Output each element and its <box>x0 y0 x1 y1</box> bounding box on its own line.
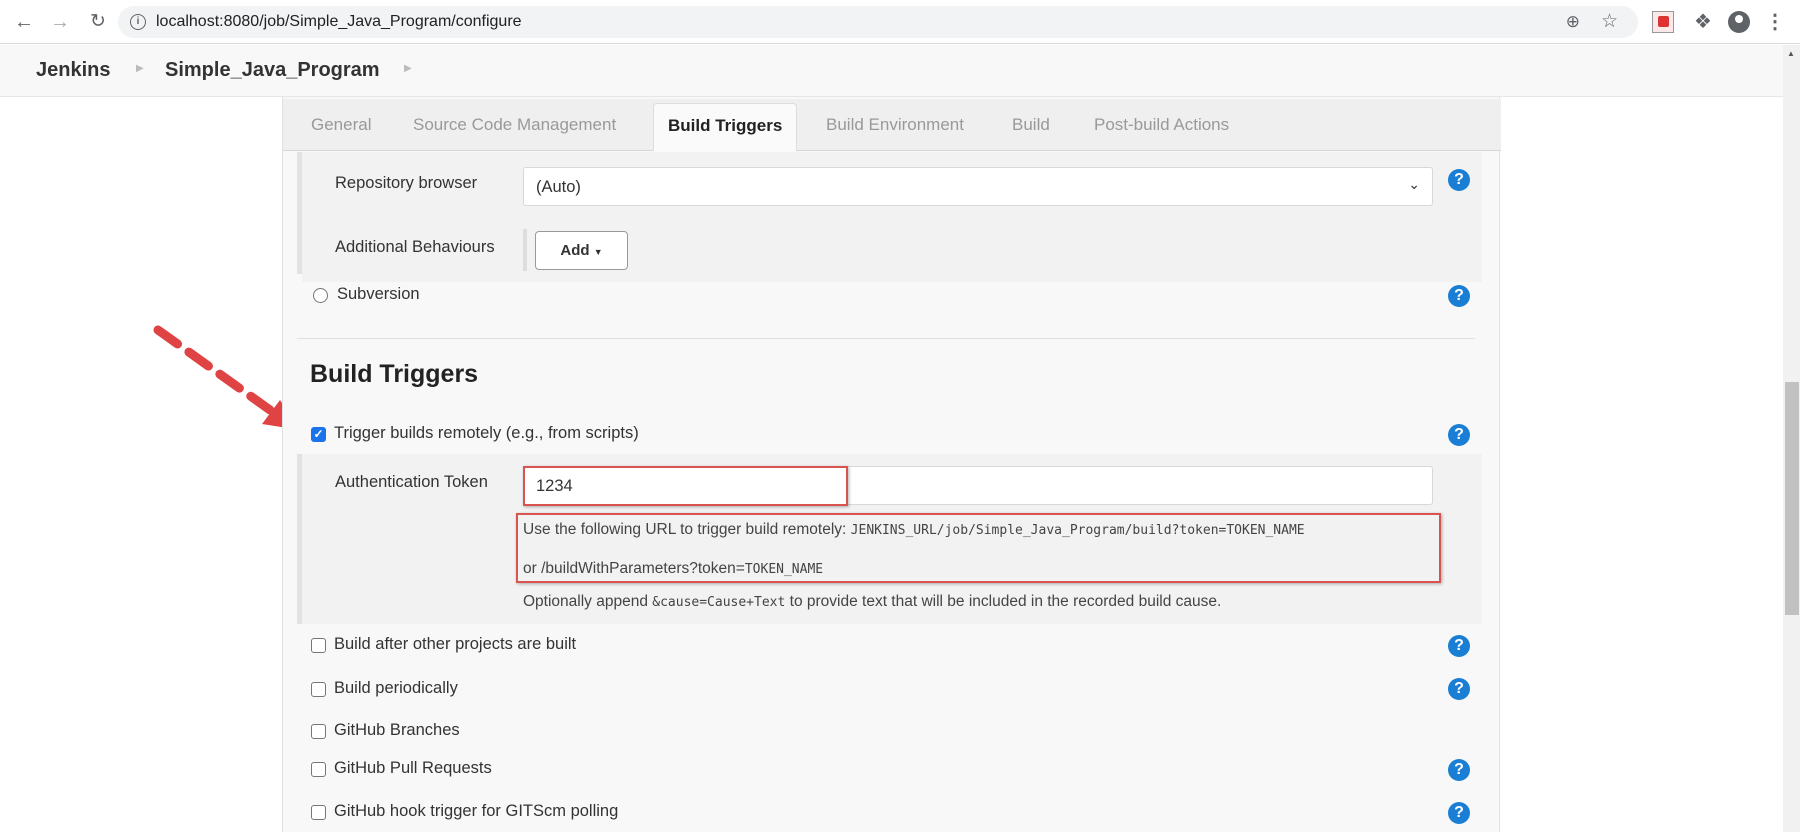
forward-button[interactable]: → <box>48 10 72 34</box>
build-periodically-checkbox[interactable] <box>311 682 326 697</box>
help-icon[interactable]: ? <box>1448 285 1470 307</box>
reload-button[interactable]: ↻ <box>86 10 110 34</box>
github-pull-requests-label: GitHub Pull Requests <box>334 759 492 777</box>
github-branches-label: GitHub Branches <box>334 721 460 739</box>
add-behaviour-button[interactable]: Add ▼ <box>535 231 628 270</box>
annotation-highlight-url <box>516 513 1441 583</box>
tab-source-code-management[interactable]: Source Code Management <box>413 115 616 135</box>
help-code: &cause=Cause+Text <box>652 595 786 610</box>
repository-browser-select[interactable]: (Auto) ⌄ <box>523 167 1433 206</box>
additional-behaviours-label: Additional Behaviours <box>335 238 495 256</box>
bookmark-star-icon[interactable]: ☆ <box>1601 10 1618 33</box>
build-periodically-label: Build periodically <box>334 679 458 697</box>
help-icon[interactable]: ? <box>1448 802 1470 824</box>
scroll-up-arrow-icon[interactable]: ▲ <box>1787 49 1795 58</box>
scrollbar-thumb[interactable] <box>1785 382 1799 615</box>
config-page: General Source Code Management Build Tri… <box>0 97 1783 832</box>
tab-build-triggers[interactable]: Build Triggers <box>653 103 798 151</box>
github-pull-requests-checkbox[interactable] <box>311 762 326 777</box>
build-triggers-heading: Build Triggers <box>310 360 479 388</box>
browser-toolbar: ← → ↻ i localhost:8080/job/Simple_Java_P… <box>0 0 1800 44</box>
help-icon[interactable]: ? <box>1448 169 1470 191</box>
tab-build-environment[interactable]: Build Environment <box>826 115 964 135</box>
help-text: Optionally append <box>523 593 653 610</box>
help-text: to provide text that will be included in… <box>785 593 1222 610</box>
extension-icon[interactable] <box>1652 11 1674 33</box>
tab-general[interactable]: General <box>311 115 371 135</box>
breadcrumb: Jenkins ▶ Simple_Java_Program ▶ <box>0 45 1783 97</box>
github-hook-trigger-label: GitHub hook trigger for GITScm polling <box>334 802 619 820</box>
repository-browser-label: Repository browser <box>335 174 478 192</box>
annotation-highlight-token <box>523 466 848 506</box>
subversion-radio[interactable] <box>313 288 328 303</box>
menu-kebab-icon[interactable]: ⋮ <box>1764 11 1786 33</box>
section-tabs: General Source Code Management Build Tri… <box>283 99 1501 151</box>
info-icon[interactable]: i <box>130 14 146 30</box>
arrow-right-icon: → <box>50 11 70 33</box>
github-hook-trigger-checkbox[interactable] <box>311 805 326 820</box>
zoom-icon[interactable]: ⊕ <box>1566 12 1580 32</box>
help-icon[interactable]: ? <box>1448 759 1470 781</box>
page-scrollbar[interactable]: ▲ <box>1783 45 1800 832</box>
tab-build[interactable]: Build <box>1012 115 1050 135</box>
breadcrumb-separator-icon[interactable]: ▶ <box>136 63 144 74</box>
caret-down-icon: ▼ <box>593 247 603 257</box>
repository-browser-value: (Auto) <box>536 178 581 196</box>
subversion-label: Subversion <box>337 285 420 303</box>
url-text[interactable]: localhost:8080/job/Simple_Java_Program/c… <box>156 13 522 31</box>
extensions-puzzle-icon[interactable]: ❖ <box>1692 11 1714 33</box>
breadcrumb-separator-icon[interactable]: ▶ <box>404 63 412 74</box>
breadcrumb-job[interactable]: Simple_Java_Program <box>165 59 380 82</box>
optional-cause-help: Optionally append &cause=Cause+Text to p… <box>523 593 1221 611</box>
divider <box>523 229 527 271</box>
tab-post-build-actions[interactable]: Post-build Actions <box>1094 115 1229 135</box>
build-after-other-checkbox[interactable] <box>311 638 326 653</box>
add-button-label: Add <box>560 242 590 259</box>
config-form: General Source Code Management Build Tri… <box>282 97 1501 832</box>
help-icon[interactable]: ? <box>1448 424 1470 446</box>
address-bar[interactable]: i localhost:8080/job/Simple_Java_Program… <box>118 6 1638 38</box>
breadcrumb-jenkins[interactable]: Jenkins <box>36 59 110 82</box>
github-branches-checkbox[interactable] <box>311 724 326 739</box>
profile-avatar-icon[interactable] <box>1728 11 1750 33</box>
chevron-down-icon: ⌄ <box>1408 176 1420 192</box>
help-icon[interactable]: ? <box>1448 678 1470 700</box>
help-icon[interactable]: ? <box>1448 635 1470 657</box>
build-after-other-label: Build after other projects are built <box>334 635 577 653</box>
trigger-remotely-label: Trigger builds remotely (e.g., from scri… <box>334 424 639 442</box>
section-divider <box>297 338 1475 339</box>
back-button[interactable]: ← <box>12 10 36 34</box>
reload-icon: ↻ <box>90 11 106 32</box>
trigger-remotely-checkbox[interactable]: ✓ <box>311 427 326 442</box>
auth-token-label: Authentication Token <box>335 473 488 491</box>
arrow-left-icon: ← <box>14 11 34 33</box>
